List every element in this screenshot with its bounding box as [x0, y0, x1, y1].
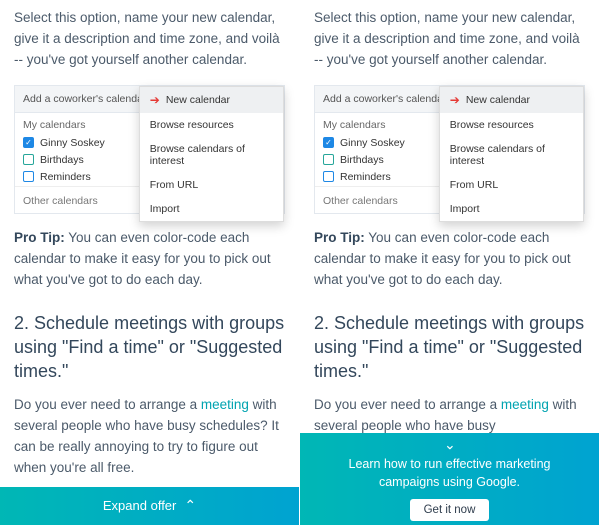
dropdown-item-label: From URL [450, 179, 498, 191]
dropdown-item[interactable]: From URL [440, 173, 583, 197]
dropdown-item[interactable]: Import [440, 197, 583, 221]
dropdown-item-new-calendar[interactable]: ➔ New calendar [140, 87, 283, 113]
dropdown-item-label: Browse resources [150, 119, 234, 131]
chevron-down-icon[interactable]: ⌃ [444, 435, 456, 452]
para2-part: Do you ever need to arrange a [14, 397, 201, 412]
checkbox-icon[interactable] [23, 171, 34, 182]
calendar-item-label: Ginny Soskey [40, 137, 105, 149]
dropdown-item[interactable]: Browse resources [140, 113, 283, 137]
meeting-link[interactable]: meeting [501, 397, 549, 412]
section-heading: 2. Schedule meetings with groups using "… [314, 311, 585, 384]
chevron-up-icon: ⌃ [184, 497, 196, 514]
pane-right: Select this option, name your new calend… [300, 0, 599, 525]
protip-text: Pro Tip: You can even color-code each ca… [314, 228, 585, 291]
calendar-widget: Add a coworker's calendar + My calendars… [14, 85, 285, 214]
expand-offer-banner[interactable]: Expand offer ⌃ [0, 487, 299, 525]
calendar-widget: Add a coworker's calendar + My calendars… [314, 85, 585, 214]
calendar-item-label: Reminders [40, 171, 91, 183]
banner-message: Learn how to run effective marketing cam… [318, 456, 581, 491]
meeting-link[interactable]: meeting [201, 397, 249, 412]
add-coworker-label: Add a coworker's calendar [23, 93, 146, 105]
dropdown-item-label: Import [150, 203, 180, 215]
calendar-item-label: Birthdays [40, 154, 84, 166]
checkbox-icon[interactable] [23, 154, 34, 165]
add-coworker-label: Add a coworker's calendar [323, 93, 446, 105]
dropdown-item[interactable]: Import [140, 197, 283, 221]
calendar-item-label: Reminders [340, 171, 391, 183]
expand-offer-label: Expand offer [103, 498, 176, 513]
section-heading: 2. Schedule meetings with groups using "… [14, 311, 285, 384]
para2-part: Do you ever need to arrange a [314, 397, 501, 412]
calendar-item-label: Birthdays [340, 154, 384, 166]
arrow-icon: ➔ [450, 93, 460, 107]
dropdown-item[interactable]: Browse calendars of interest [440, 137, 583, 173]
calendar-item-label: Ginny Soskey [340, 137, 405, 149]
dropdown-item-label: Browse resources [450, 119, 534, 131]
dropdown-item[interactable]: Browse resources [440, 113, 583, 137]
checkbox-icon[interactable] [323, 171, 334, 182]
dropdown-item[interactable]: From URL [140, 173, 283, 197]
protip-text: Pro Tip: You can even color-code each ca… [14, 228, 285, 291]
dropdown-item-label: Browse calendars of interest [450, 143, 573, 167]
offer-banner: ⌃ Learn how to run effective marketing c… [300, 433, 599, 525]
para2: Do you ever need to arrange a meeting wi… [14, 395, 285, 479]
protip-label: Pro Tip: [314, 230, 365, 245]
add-calendar-dropdown: ➔ New calendar Browse resources Browse c… [139, 86, 284, 222]
get-it-now-button[interactable]: Get it now [410, 499, 490, 521]
checkbox-icon[interactable]: ✓ [23, 137, 34, 148]
pane-left: Select this option, name your new calend… [0, 0, 299, 525]
dropdown-item-label: Import [450, 203, 480, 215]
dropdown-item-label: From URL [150, 179, 198, 191]
intro-text: Select this option, name your new calend… [314, 8, 585, 71]
arrow-icon: ➔ [150, 93, 160, 107]
dropdown-item[interactable]: Browse calendars of interest [140, 137, 283, 173]
checkbox-icon[interactable]: ✓ [323, 137, 334, 148]
dropdown-item-new-calendar[interactable]: ➔ New calendar [440, 87, 583, 113]
dropdown-item-label: New calendar [166, 94, 230, 106]
intro-text: Select this option, name your new calend… [14, 8, 285, 71]
protip-label: Pro Tip: [14, 230, 65, 245]
checkbox-icon[interactable] [323, 154, 334, 165]
para2: Do you ever need to arrange a meeting wi… [314, 395, 585, 437]
dropdown-item-label: New calendar [466, 94, 530, 106]
dropdown-item-label: Browse calendars of interest [150, 143, 273, 167]
add-calendar-dropdown: ➔ New calendar Browse resources Browse c… [439, 86, 584, 222]
